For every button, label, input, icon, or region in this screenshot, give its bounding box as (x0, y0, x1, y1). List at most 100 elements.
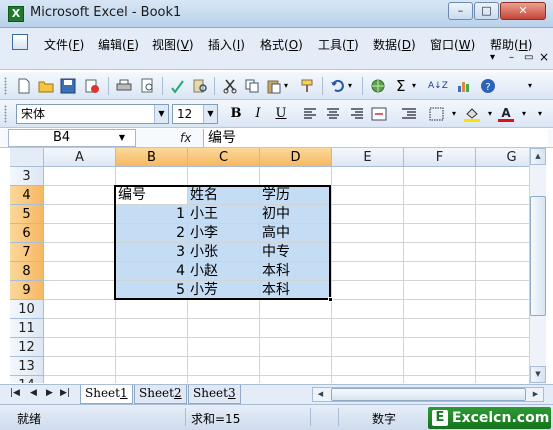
grid-cell[interactable] (332, 357, 404, 376)
select-all-button[interactable] (10, 148, 44, 167)
autosum-dropdown-arrow[interactable]: ▾ (412, 78, 428, 94)
column-header-c[interactable]: C (188, 148, 260, 167)
new-document-icon[interactable] (16, 78, 32, 94)
tab-sheet3[interactable]: Sheet3 (188, 385, 241, 404)
menu-file[interactable]: 文件(F) (44, 36, 84, 53)
grid-cell[interactable] (116, 300, 188, 319)
cell-b7[interactable]: 3 (116, 243, 188, 262)
grid-cell[interactable] (476, 281, 529, 300)
row-header-3[interactable]: 3 (10, 167, 44, 186)
grid-cell[interactable] (188, 357, 260, 376)
grid-cell[interactable] (116, 167, 188, 186)
grid-cell[interactable] (476, 300, 529, 319)
grid-cell[interactable] (476, 205, 529, 224)
sort-ascending-icon[interactable]: A↓Z (428, 78, 448, 94)
cell-c7[interactable]: 小张 (188, 243, 260, 262)
grid-cell[interactable] (332, 186, 404, 205)
grid-cell[interactable] (332, 300, 404, 319)
indent-icon[interactable] (399, 105, 419, 123)
hyperlink-icon[interactable] (370, 78, 386, 94)
grid-cell[interactable] (44, 376, 116, 383)
grid-cell[interactable] (44, 243, 116, 262)
column-header-a[interactable]: A (44, 148, 116, 167)
grid-cell[interactable] (476, 224, 529, 243)
copy-icon[interactable] (244, 78, 260, 94)
grid-cell[interactable] (476, 319, 529, 338)
grid-cell[interactable] (332, 319, 404, 338)
cell-d4[interactable]: 学历 (260, 186, 332, 205)
grid-cell[interactable] (44, 281, 116, 300)
borders-dropdown-arrow[interactable]: ▾ (444, 105, 464, 123)
align-left-icon[interactable] (301, 105, 321, 123)
scroll-left-icon[interactable]: ◀ (313, 388, 328, 401)
help-icon[interactable]: ? (480, 78, 496, 94)
row-header-12[interactable]: 12 (10, 338, 44, 357)
grid-cell[interactable] (404, 224, 476, 243)
formula-input[interactable]: 编号 (203, 129, 548, 147)
grid-cell[interactable] (332, 167, 404, 186)
grid-cell[interactable] (404, 338, 476, 357)
format-painter-icon[interactable] (300, 78, 316, 94)
column-header-f[interactable]: F (404, 148, 476, 167)
toolbar-options-arrow[interactable]: ▾ (528, 78, 544, 94)
fill-color-icon[interactable] (462, 105, 482, 123)
grid-cell[interactable] (116, 357, 188, 376)
grid-cell[interactable] (332, 243, 404, 262)
grid-cell[interactable] (404, 243, 476, 262)
grid-cell[interactable] (404, 357, 476, 376)
bold-button[interactable]: B (226, 105, 246, 123)
cell-b6[interactable]: 2 (116, 224, 188, 243)
menu-edit[interactable]: 编辑(E) (98, 36, 139, 53)
grid-cell[interactable] (404, 376, 476, 383)
column-header-d[interactable]: D (260, 148, 332, 167)
row-header-11[interactable]: 11 (10, 319, 44, 338)
open-folder-icon[interactable] (38, 78, 54, 94)
print-icon[interactable] (116, 78, 132, 94)
grid-cell[interactable] (404, 319, 476, 338)
grid-cell[interactable] (404, 300, 476, 319)
grid-cell[interactable] (44, 338, 116, 357)
grid-cell[interactable] (188, 300, 260, 319)
fill-handle[interactable] (328, 297, 333, 302)
merge-center-icon[interactable] (369, 105, 389, 123)
permission-icon[interactable] (84, 78, 100, 94)
save-icon[interactable] (60, 78, 76, 94)
cell-b8[interactable]: 4 (116, 262, 188, 281)
grid-cell[interactable] (188, 338, 260, 357)
row-header-13[interactable]: 13 (10, 357, 44, 376)
grid-cell[interactable] (476, 338, 529, 357)
chevron-down-icon[interactable]: ▼ (119, 130, 125, 146)
grid-cell[interactable] (476, 376, 529, 383)
grid-cell[interactable] (188, 167, 260, 186)
grid-cell[interactable] (476, 357, 529, 376)
cell-c5[interactable]: 小王 (188, 205, 260, 224)
chart-wizard-icon[interactable] (456, 78, 472, 94)
column-header-b[interactable]: B (116, 148, 188, 167)
autosum-icon[interactable]: Σ (396, 78, 412, 94)
font-name-select[interactable]: 宋体 ▼ (16, 104, 169, 124)
menu-insert[interactable]: 插入(I) (208, 36, 245, 53)
grid-cell[interactable] (404, 186, 476, 205)
underline-button[interactable]: U (271, 105, 291, 123)
grid-cell[interactable] (476, 186, 529, 205)
grid-cell[interactable] (116, 338, 188, 357)
chevron-down-icon[interactable]: ▼ (203, 105, 217, 123)
grid-cell[interactable] (44, 357, 116, 376)
grid-cell[interactable] (260, 357, 332, 376)
grid-cell[interactable] (44, 186, 116, 205)
cell-b9[interactable]: 5 (116, 281, 188, 300)
grid-cell[interactable] (44, 300, 116, 319)
spelling-icon[interactable] (170, 78, 186, 94)
horizontal-scroll-thumb[interactable] (331, 388, 526, 401)
menu-help[interactable]: 帮助(H) (490, 36, 532, 53)
menu-view[interactable]: 视图(V) (152, 36, 194, 53)
grid-cell[interactable] (476, 167, 529, 186)
grid-cell[interactable] (44, 224, 116, 243)
grid-cell[interactable] (260, 167, 332, 186)
paste-icon[interactable] (266, 78, 282, 94)
grid-cell[interactable] (260, 319, 332, 338)
grid-cell[interactable] (332, 205, 404, 224)
grid-cell[interactable] (260, 300, 332, 319)
font-color-icon[interactable]: A (496, 105, 516, 123)
italic-button[interactable]: I (248, 105, 268, 123)
